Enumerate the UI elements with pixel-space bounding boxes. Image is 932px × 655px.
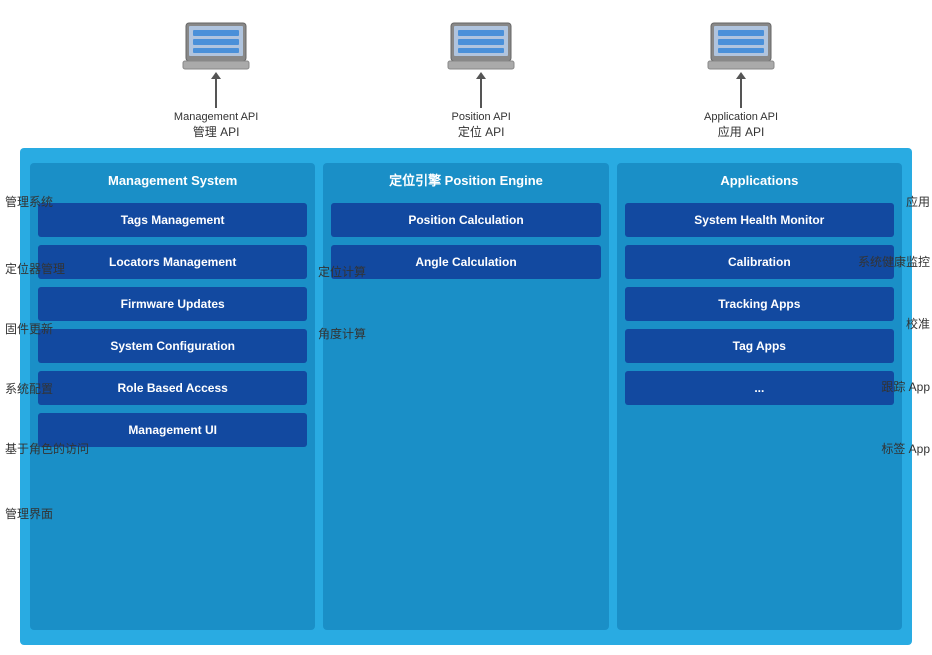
btn-angle-calculation[interactable]: Angle Calculation [331, 245, 600, 279]
btn-tag-apps[interactable]: Tag Apps [625, 329, 894, 363]
label-cn-applications: 应用 [906, 193, 930, 210]
column-management: Management System Tags Management Locato… [30, 163, 315, 630]
arch-container: Management System Tags Management Locato… [20, 148, 912, 645]
management-server: Management API 管理 API [174, 18, 258, 140]
api-label-management-en: Management API [174, 111, 258, 123]
label-cn-locator-mgmt: 定位器管理 [5, 260, 65, 277]
btn-tracking-apps[interactable]: Tracking Apps [625, 287, 894, 321]
label-cn-tag-apps: 标签 App [881, 440, 930, 457]
btn-locators-management[interactable]: Locators Management [38, 245, 307, 279]
btn-system-configuration[interactable]: System Configuration [38, 329, 307, 363]
btn-system-health-monitor[interactable]: System Health Monitor [625, 203, 894, 237]
btn-role-based-access[interactable]: Role Based Access [38, 371, 307, 405]
arrow-position [480, 78, 482, 108]
column-position: 定位引擎 Position Engine Position Calculatio… [323, 163, 608, 630]
btn-position-calculation[interactable]: Position Calculation [331, 203, 600, 237]
api-label-management-cn: 管理 API [193, 123, 240, 140]
label-cn-tracking: 跟踪 App [881, 378, 930, 395]
label-cn-sys-config: 系统配置 [5, 380, 53, 397]
position-server: Position API 定位 API [446, 18, 516, 140]
column-title-position: 定位引擎 Position Engine [389, 173, 543, 190]
btn-tags-management[interactable]: Tags Management [38, 203, 307, 237]
servers-row: Management API 管理 API Position API 定位 AP… [80, 10, 872, 140]
label-cn-mgmt-ui: 管理界面 [5, 505, 53, 522]
btn-calibration[interactable]: Calibration [625, 245, 894, 279]
server-icon-management [181, 18, 251, 78]
page-container: Management API 管理 API Position API 定位 AP… [0, 0, 932, 655]
label-cn-pos-calc: 定位计算 [318, 263, 366, 280]
server-icon-application [706, 18, 776, 78]
btn-firmware-updates[interactable]: Firmware Updates [38, 287, 307, 321]
api-label-application-cn: 应用 API [718, 123, 765, 140]
arrow-application [740, 78, 742, 108]
label-cn-angle-calc: 角度计算 [318, 325, 366, 342]
column-title-management: Management System [108, 173, 237, 190]
application-server: Application API 应用 API [704, 18, 778, 140]
server-icon-position [446, 18, 516, 78]
column-title-applications: Applications [720, 173, 798, 190]
column-applications: Applications System Health Monitor Calib… [617, 163, 902, 630]
label-cn-health-monitor: 系统健康监控 [858, 253, 930, 270]
label-cn-calibration: 校准 [906, 315, 930, 332]
label-cn-role-access: 基于角色的访问 [5, 440, 89, 457]
api-label-position-en: Position API [452, 111, 511, 123]
arrow-management [215, 78, 217, 108]
btn-more[interactable]: ... [625, 371, 894, 405]
columns-wrapper: Management System Tags Management Locato… [30, 163, 902, 630]
api-label-position-cn: 定位 API [458, 123, 505, 140]
label-cn-firmware: 固件更新 [5, 320, 53, 337]
label-cn-management-system: 管理系统 [5, 193, 53, 210]
api-label-application-en: Application API [704, 111, 778, 123]
